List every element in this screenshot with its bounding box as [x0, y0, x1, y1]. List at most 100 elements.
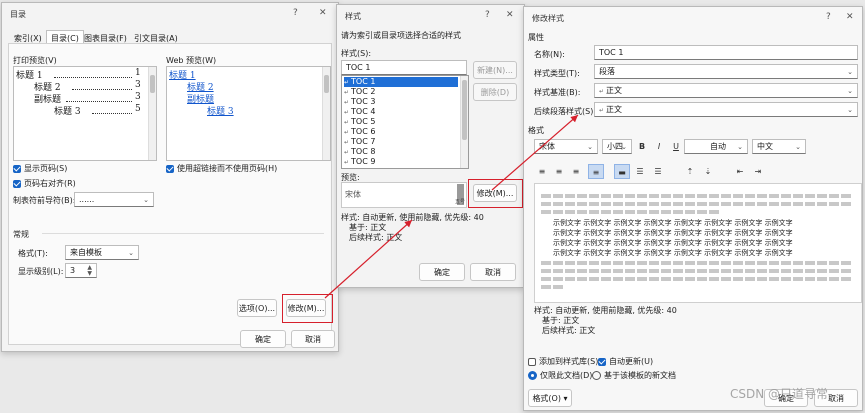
increase-indent-icon[interactable]: ⇥	[750, 164, 766, 179]
align-right-icon[interactable]: ≡	[568, 164, 584, 179]
font-select[interactable]: 宋体 ⌄	[534, 139, 598, 154]
format-button-label: 格式(O)	[532, 394, 561, 403]
align-center-icon[interactable]: ≡	[551, 164, 567, 179]
leader-dots	[92, 105, 132, 114]
help-icon[interactable]: ?	[293, 8, 298, 18]
color-value: 自动	[710, 142, 726, 151]
space-after-icon[interactable]: ⇣	[700, 164, 716, 179]
new-style-button[interactable]: 新建(N)...	[473, 61, 517, 79]
new-documents-radio[interactable]: 基于该模板的新文档	[592, 370, 676, 381]
only-this-document-radio[interactable]: 仅限此文档(D)	[528, 370, 592, 381]
sample-text-line: 示例文字 示例文字 示例文字 示例文字 示例文字 示例文字 示例文字 示例文字	[553, 239, 793, 247]
list-item[interactable]: ↵ TOC 4	[344, 107, 375, 117]
close-icon[interactable]: ✕	[846, 12, 854, 22]
decrease-indent-icon[interactable]: ⇤	[732, 164, 748, 179]
add-to-gallery-checkbox[interactable]: 添加到样式库(S)	[528, 356, 598, 367]
scrollbar[interactable]	[148, 67, 156, 160]
list-item-label: TOC 1	[351, 77, 376, 86]
size-select[interactable]: 小四 ⌄	[602, 139, 632, 154]
show-levels-spinner[interactable]: 3 ▲ ▼	[65, 263, 97, 278]
list-item-label: TOC 4	[351, 107, 376, 116]
chevron-down-icon: ⌄	[847, 68, 853, 76]
list-item[interactable]: ↵ TOC 5	[344, 117, 375, 127]
list-item[interactable]: ↵ TOC 9	[344, 157, 375, 167]
style-name-value: TOC 1	[346, 63, 371, 72]
space-before-icon[interactable]: ⇡	[682, 164, 698, 179]
scroll-thumb[interactable]	[462, 80, 467, 140]
right-align-label: 页码右对齐(R)	[24, 179, 76, 188]
web-link[interactable]: 标题 3	[207, 104, 234, 117]
list-item-label: TOC 2	[351, 87, 376, 96]
next-style-select[interactable]: ↵ 正文 ⌄	[594, 102, 858, 117]
based-on-value: 正文	[606, 86, 623, 95]
align-left-icon[interactable]: ≡	[534, 164, 550, 179]
single-spacing-icon[interactable]: ▬	[614, 164, 630, 179]
checkbox-checked-icon	[166, 164, 174, 173]
chevron-down-icon: ⌄	[143, 196, 149, 204]
print-line: 标题 3	[54, 107, 81, 117]
use-hyperlinks-label: 使用超链接而不使用页码(H)	[177, 164, 278, 173]
color-select[interactable]: 自动 ⌄	[684, 139, 748, 154]
language-select[interactable]: 中文 ⌄	[752, 139, 806, 154]
sample-text-line: 示例文字 示例文字 示例文字 示例文字 示例文字 示例文字 示例文字 示例文字	[553, 249, 793, 257]
print-page: 3	[135, 92, 141, 102]
checkbox-checked-icon	[13, 179, 21, 188]
list-item[interactable]: ↵ TOC 3	[344, 97, 375, 107]
underline-button[interactable]: U	[668, 139, 684, 154]
chevron-down-icon: ⌄	[621, 143, 627, 151]
toc-dialog-title: 目录	[10, 10, 26, 19]
scrollbar[interactable]	[322, 67, 330, 160]
list-item-label: TOC 8	[351, 147, 376, 156]
radio-unselected-icon	[592, 371, 601, 380]
format-button[interactable]: 格式(O) ▾	[528, 389, 572, 407]
justify-icon[interactable]: ≡	[588, 164, 604, 179]
list-item[interactable]: ↵ TOC 8	[344, 147, 375, 157]
style-name-input[interactable]: TOC 1	[341, 60, 467, 75]
close-icon[interactable]: ✕	[319, 8, 327, 18]
scroll-thumb[interactable]	[150, 75, 155, 93]
use-hyperlinks-checkbox[interactable]: 使用超链接而不使用页码(H)	[166, 163, 277, 174]
list-item-label: TOC 7	[351, 137, 376, 146]
cancel-button[interactable]: 取消	[291, 330, 335, 348]
options-button[interactable]: 选项(O)...	[237, 299, 277, 317]
leader-dots	[66, 93, 132, 102]
previous-paragraph-line	[541, 202, 853, 206]
auto-update-checkbox[interactable]: 自动更新(U)	[598, 356, 653, 367]
list-item[interactable]: ↵ TOC 7	[344, 137, 375, 147]
show-page-numbers-checkbox[interactable]: 显示页码(S)	[13, 163, 67, 174]
scrollbar[interactable]	[460, 76, 468, 168]
formats-select[interactable]: 来自模板 ⌄	[65, 245, 139, 260]
double-spacing-icon[interactable]: ☰	[650, 164, 666, 179]
type-select[interactable]: 段落 ⌄	[594, 64, 858, 79]
one-half-spacing-icon[interactable]: ☰	[632, 164, 648, 179]
italic-button[interactable]: I	[651, 139, 667, 154]
list-item[interactable]: ↵ TOC 6	[344, 127, 375, 137]
ok-button[interactable]: 确定	[419, 263, 465, 281]
previous-paragraph-line	[541, 210, 721, 214]
name-input[interactable]: TOC 1	[594, 45, 858, 60]
cancel-button[interactable]: 取消	[470, 263, 516, 281]
properties-label: 属性	[528, 33, 544, 42]
based-on-select[interactable]: ↵ 正文 ⌄	[594, 83, 858, 98]
list-item[interactable]: ↵ TOC 2	[344, 87, 375, 97]
help-icon[interactable]: ?	[485, 10, 490, 20]
style-desc-3: 后续样式: 正文	[542, 326, 596, 335]
paragraph-style-icon: ↵	[344, 129, 350, 136]
close-icon[interactable]: ✕	[506, 10, 514, 20]
help-icon[interactable]: ?	[826, 12, 831, 22]
tab-leader-select[interactable]: ...... ⌄	[74, 192, 154, 207]
ok-button[interactable]: 确定	[240, 330, 286, 348]
csdn-watermark: CSDN @只道寻常	[730, 387, 829, 401]
scroll-thumb[interactable]	[324, 75, 329, 93]
list-item-label: TOC 3	[351, 97, 376, 106]
list-item[interactable]: ↵ TOC 1	[344, 77, 458, 87]
right-align-checkbox[interactable]: 页码右对齐(R)	[13, 178, 76, 189]
spinner-arrows-icon[interactable]: ▲ ▼	[87, 265, 92, 277]
bold-button[interactable]: B	[634, 139, 650, 154]
checkbox-checked-icon	[13, 164, 21, 173]
delete-style-button[interactable]: 删除(D)	[473, 83, 517, 101]
style-list: ↵ TOC 1 ↵ TOC 2 ↵ TOC 3 ↵ TOC 4 ↵ TOC 5 ↵ TOC …	[341, 75, 469, 169]
sample-text-line: 示例文字 示例文字 示例文字 示例文字 示例文字 示例文字 示例文字 示例文字	[553, 229, 793, 237]
paragraph-style-icon: ↵	[344, 139, 350, 146]
web-preview-label: Web 预览(W)	[166, 56, 217, 65]
